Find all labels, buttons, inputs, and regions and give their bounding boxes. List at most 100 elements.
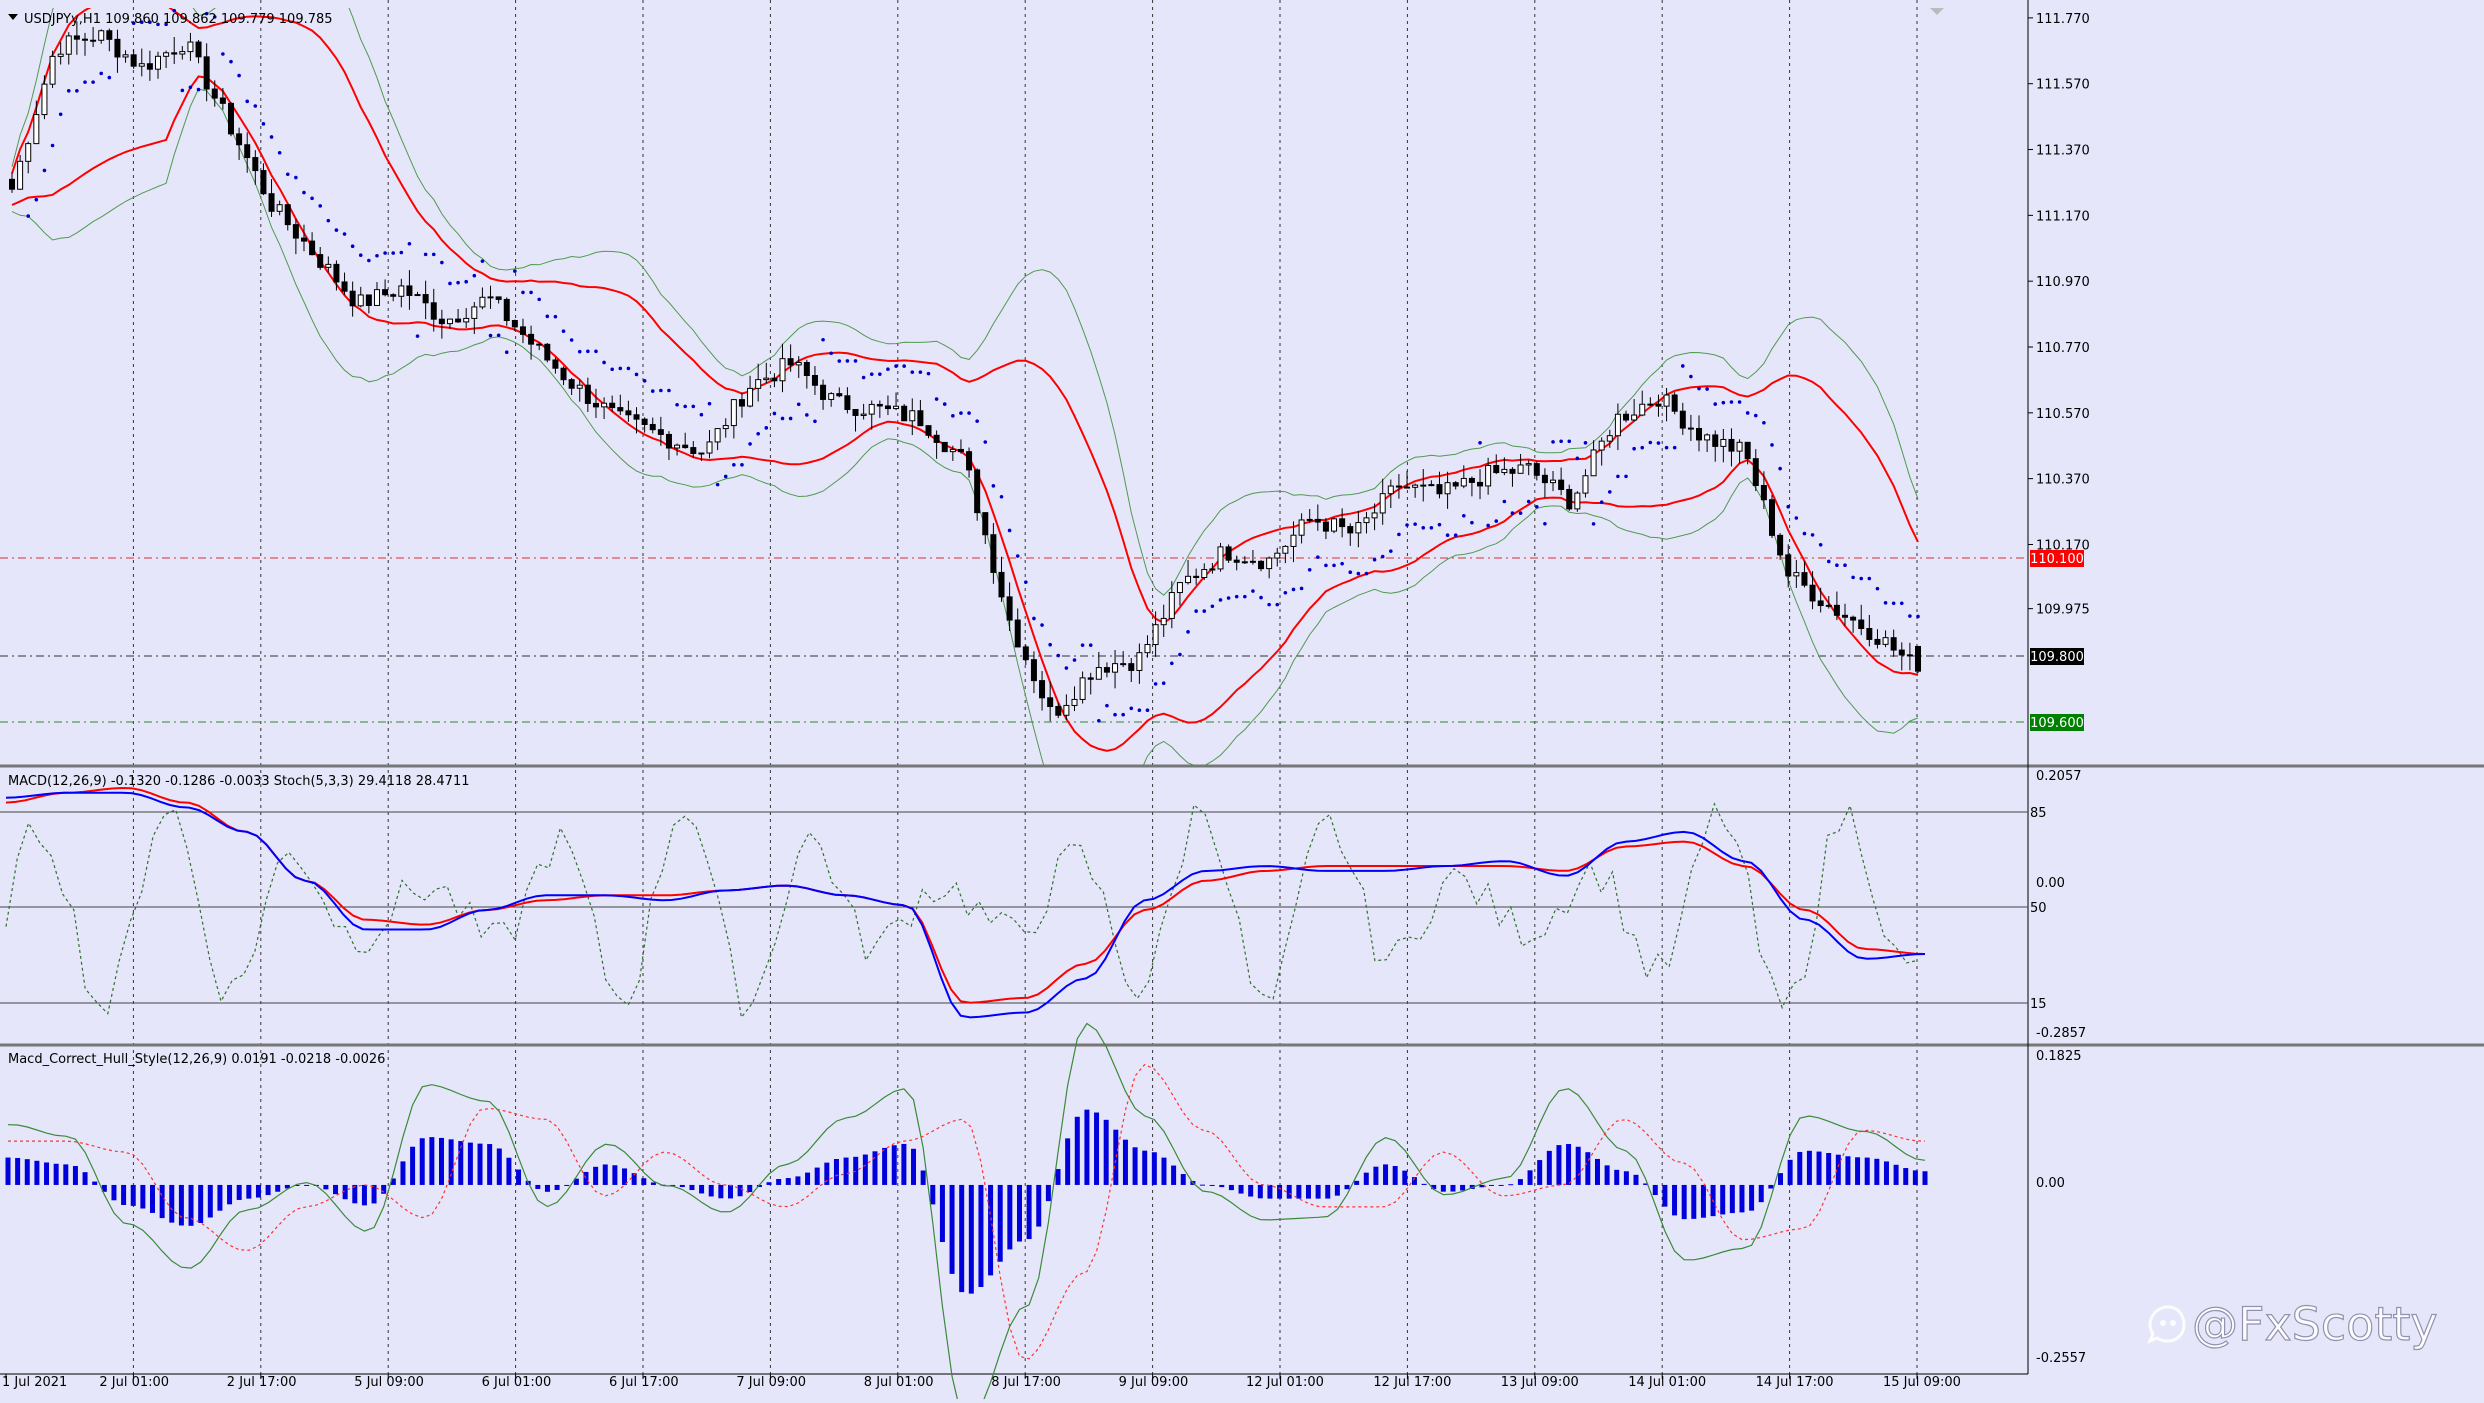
sar-dot: [537, 297, 541, 302]
price-tick-label: 111.370: [2036, 144, 2090, 159]
hull-histogram-bar: [1614, 1169, 1620, 1185]
candle: [901, 405, 908, 422]
sar-dot: [1397, 532, 1401, 537]
candle: [1282, 545, 1289, 554]
hull-histogram-bar: [516, 1169, 522, 1185]
hull-histogram-bar: [622, 1168, 628, 1185]
hull-histogram-bar: [1402, 1170, 1408, 1185]
candle: [260, 170, 267, 195]
price-tick-label: 110.570: [2036, 407, 2090, 422]
sar-dot: [1916, 614, 1920, 619]
hull-histogram-bar: [708, 1184, 714, 1197]
macd-tick-label: 0.2057: [2036, 769, 2082, 784]
candle: [747, 387, 754, 407]
candle: [1387, 485, 1394, 495]
candle: [528, 333, 535, 345]
sar-dot: [1251, 589, 1255, 593]
candle: [438, 318, 445, 325]
candle: [1014, 619, 1021, 648]
level-label-109800: 109.800: [2030, 648, 2084, 665]
hull-histogram-bar: [679, 1184, 685, 1188]
candle: [1112, 663, 1119, 673]
candle: [1039, 680, 1046, 699]
hull-histogram-bar: [410, 1146, 416, 1185]
sar-dot: [878, 372, 882, 376]
hull-histogram-bar: [1700, 1184, 1706, 1218]
sar-dot: [1072, 658, 1077, 662]
sar-dot: [642, 379, 647, 383]
sar-dot: [1178, 652, 1182, 657]
sar-dot: [107, 75, 112, 80]
hull-histogram-bar: [1045, 1184, 1051, 1202]
hull-histogram-bar: [169, 1184, 175, 1223]
price-tick-label: 111.770: [2036, 12, 2090, 27]
sar-dot: [1445, 533, 1450, 538]
candle: [1363, 517, 1370, 524]
candle: [1639, 403, 1646, 416]
sar-dot: [261, 122, 266, 126]
sar-dot: [1170, 661, 1174, 666]
sar-dot: [1680, 364, 1685, 368]
hull-histogram-bar: [1758, 1184, 1764, 1203]
candle: [1298, 519, 1305, 536]
sar-dot: [1080, 643, 1085, 647]
candle: [300, 237, 307, 242]
hull-axis: 0.1825 0.00 -0.2557: [2036, 1049, 2086, 1366]
candle: [1460, 477, 1467, 487]
sar-dot: [813, 419, 817, 424]
candle: [57, 53, 64, 57]
sar-dot: [1826, 559, 1831, 564]
candle: [1785, 554, 1792, 577]
hull-histogram-bar: [496, 1148, 502, 1185]
sar-dot: [496, 333, 501, 338]
candle: [917, 410, 924, 427]
price-tick-label: 110.970: [2036, 275, 2090, 290]
sar-dot: [1729, 400, 1734, 404]
sar-dot: [1340, 561, 1344, 566]
candle: [609, 402, 616, 409]
candle: [1760, 484, 1767, 501]
hull-histogram-bar: [1440, 1184, 1446, 1192]
hull-histogram-bar: [699, 1184, 705, 1194]
candle: [698, 452, 705, 455]
sar-dot: [780, 416, 785, 421]
hull-histogram-bar: [1826, 1152, 1832, 1185]
candle: [1347, 526, 1354, 534]
hull-histogram-bar: [882, 1147, 888, 1185]
sar-dot: [1389, 549, 1393, 553]
hull-histogram-bar: [44, 1162, 50, 1185]
candle: [1136, 652, 1143, 671]
sar-dot: [50, 143, 55, 148]
hull-histogram-bar: [1209, 1184, 1215, 1186]
sar-dot: [886, 367, 890, 372]
hull-histogram-bar: [1016, 1184, 1022, 1242]
sar-dot: [1056, 653, 1061, 658]
hull-histogram-bar: [612, 1165, 618, 1185]
hull-histogram-bar: [1604, 1165, 1610, 1185]
candle: [1249, 560, 1256, 563]
sar-dot: [1291, 587, 1296, 592]
sar-dot: [1145, 708, 1150, 712]
sar-dot: [367, 258, 371, 263]
sar-dot: [1299, 586, 1304, 591]
sar-dot: [399, 250, 404, 255]
candle: [1266, 557, 1273, 570]
hull-histogram-bar: [1864, 1157, 1870, 1185]
hull-histogram-bar: [1594, 1158, 1600, 1185]
sar-dot: [1713, 402, 1718, 406]
candle: [1874, 638, 1881, 645]
hull-histogram-bar: [149, 1184, 155, 1213]
sar-dot: [221, 52, 225, 56]
sar-dot: [1551, 440, 1555, 444]
hull-histogram-bar: [814, 1167, 820, 1185]
sar-dot: [294, 175, 298, 180]
candle: [122, 54, 129, 58]
sar-dot: [1453, 533, 1458, 538]
sar-dot: [1745, 411, 1750, 415]
hull-histogram-bar: [15, 1157, 21, 1185]
candle: [1225, 546, 1232, 561]
candle: [860, 413, 867, 416]
chart-canvas[interactable]: 111.770 111.570 111.370 111.170 110.970 110.7…: [0, 0, 2484, 1403]
hull-histogram-bar: [1874, 1158, 1880, 1185]
hull-histogram-bar: [1749, 1184, 1755, 1211]
